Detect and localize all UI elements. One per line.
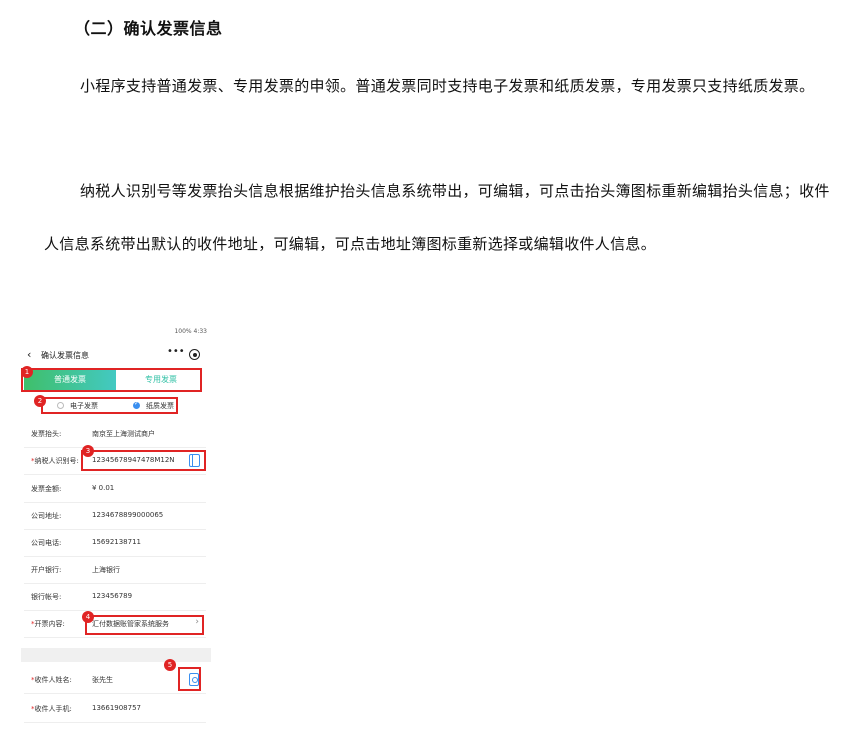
field-label: 银行帐号: [31,593,62,601]
field-value[interactable]: 张先生 [92,675,113,685]
field-row-recipient-phone[interactable]: *收件人手机: 13661908757 [24,695,206,723]
field-row-bank-account[interactable]: 银行帐号: 123456789 [24,583,206,611]
annotation-badge-2: 2 [34,395,46,407]
field-label: 公司电话: [31,539,62,547]
back-icon[interactable]: ‹ [27,348,31,361]
field-label: 收件人姓名: [34,676,72,684]
field-label-wrap: *开票内容: [31,619,65,629]
field-row-company-phone[interactable]: 公司电话: 15692138711 [24,529,206,557]
annotation-box-5 [178,667,201,691]
field-label-wrap: *收件人手机: [31,704,72,714]
field-row-company-address[interactable]: 公司地址: 1234678899000065 [24,502,206,530]
field-label: 开票内容: [34,620,65,628]
field-label-wrap: *纳税人识别号: [31,456,79,466]
field-label: 开户银行: [31,566,62,574]
annotation-badge-3: 3 [82,445,94,457]
status-bar: 100% 4:33 [174,328,207,335]
field-value[interactable]: 南京至上海测试商户 [92,429,155,439]
field-value[interactable]: 13661908757 [92,704,141,712]
annotation-box-3 [81,450,206,471]
page-title: 确认发票信息 [41,351,89,360]
annotation-box-2 [41,397,178,414]
field-row-amount: 发票金额: ¥ 0.01 [24,475,206,503]
annotation-badge-1: 1 [21,366,33,378]
field-value[interactable]: 123456789 [92,592,132,600]
field-label: 公司地址: [31,512,62,520]
section-divider [21,648,211,662]
annotation-badge-4: 4 [82,611,94,623]
section-heading: （二）确认发票信息 [74,19,223,38]
close-target-icon[interactable] [189,349,200,360]
paragraph-header-info: 纳税人识别号等发票抬头信息根据维护抬头信息系统带出，可编辑，可点击抬头簿图标重新… [44,182,830,253]
annotation-badge-5: 5 [164,659,176,671]
annotation-box-1 [21,368,202,392]
field-label: 纳税人识别号: [34,457,79,465]
field-label: 发票金额: [31,485,62,493]
phone-screenshot: 100% 4:33 ‹ 确认发票信息 ••• 普通发票 专用发票 1 电子发票 … [21,326,211,740]
paragraph-invoice-types: 小程序支持普通发票、专用发票的申领。普通发票同时支持电子发票和纸质发票，专用发票… [80,77,815,95]
title-bar: ‹ 确认发票信息 ••• [21,346,211,364]
field-label: 发票抬头: [31,430,62,438]
more-icon[interactable]: ••• [167,346,185,357]
field-row-bank[interactable]: 开户银行: 上海银行 [24,556,206,584]
field-label-wrap: *收件人姓名: [31,675,72,685]
field-row-invoice-title[interactable]: 发票抬头: 南京至上海测试商户 [24,420,206,448]
field-value[interactable]: 上海银行 [92,565,120,575]
field-label: 收件人手机: [34,705,72,713]
annotation-box-4 [85,615,204,635]
field-value[interactable]: 15692138711 [92,538,141,546]
field-value: ¥ 0.01 [92,484,115,492]
field-value[interactable]: 1234678899000065 [92,511,163,519]
